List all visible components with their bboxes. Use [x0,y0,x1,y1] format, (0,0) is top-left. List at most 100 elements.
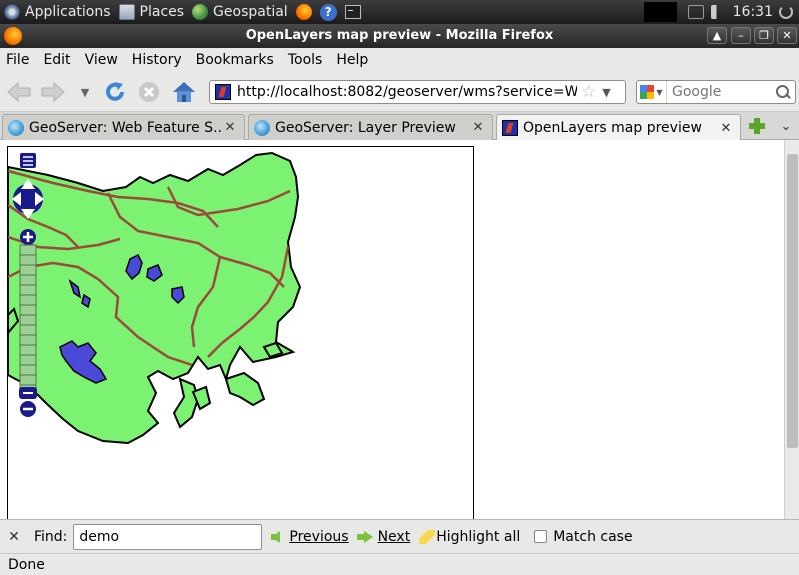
tab-list-chevron-icon[interactable]: ⌄ [776,116,796,136]
vertical-scrollbar[interactable] [784,140,799,519]
island-polygon [172,377,200,429]
find-input[interactable] [73,523,263,550]
page-content [0,140,799,520]
menu-bar: File Edit View History Bookmarks Tools H… [0,48,799,72]
geoserver-icon [254,119,270,136]
reload-icon [106,82,124,101]
menu-tools[interactable]: Tools [281,52,330,68]
geospatial-icon [192,4,209,20]
search-engine-selector[interactable]: ▼ [637,81,667,103]
places-icon [118,4,135,20]
terminal-launcher-icon[interactable] [344,5,361,19]
search-icon[interactable] [774,83,792,101]
applications-label: Applications [25,4,111,20]
minimize-button[interactable]: – [731,27,751,44]
match-case-label: Match case [553,528,633,545]
url-bar[interactable]: ☆ ▼ [209,80,626,104]
forward-button[interactable] [40,80,66,104]
history-dropdown-button[interactable]: ▼ [72,80,98,104]
applications-icon [4,4,20,20]
find-label: Find: [34,528,68,545]
map-canvas[interactable] [8,147,474,520]
tab-openlayers-preview[interactable]: OpenLayers map preview ✕ [496,114,741,141]
window-titlebar: OpenLayers map preview - Mozilla Firefox… [0,24,799,48]
help-launcher-icon[interactable]: ? [319,3,337,21]
stop-button[interactable] [136,80,162,104]
match-case-checkbox[interactable]: Match case [534,528,633,545]
back-button[interactable] [6,80,32,104]
zoom-slider-handle[interactable] [19,387,37,399]
power-icon[interactable] [779,5,793,19]
menu-edit[interactable]: Edit [36,52,77,68]
find-next-label: Next [377,528,411,545]
back-arrow-icon [7,81,31,103]
window-title: OpenLayers map preview - Mozilla Firefox [245,28,554,43]
reload-button[interactable] [102,80,128,104]
find-previous-button[interactable]: Previous [271,528,349,545]
top-panel: Applications Places Geospatial ? 16:31 [0,0,799,24]
volume-icon[interactable] [710,5,725,19]
search-bar[interactable]: ▼ [636,80,796,104]
window-up-button[interactable]: ▲ [707,27,727,44]
chevron-down-icon: ▼ [656,87,663,97]
clock[interactable]: 16:31 [733,4,773,20]
close-findbar-icon[interactable]: ✕ [3,529,25,545]
status-bar: Done [0,553,799,575]
highlight-all-label: Highlight all [436,528,521,545]
island-polygon [224,371,266,407]
geospatial-label: Geospatial [213,4,288,20]
menu-help[interactable]: Help [329,52,375,68]
bookmark-star-icon[interactable]: ☆ [581,82,596,102]
find-previous-label: Previous [289,528,349,545]
close-window-button[interactable]: ✕ [777,27,797,44]
zoom-in-button[interactable] [20,229,36,245]
tab-label: GeoServer: Layer Preview [275,119,456,136]
close-tab-icon[interactable]: ✕ [470,120,486,135]
tab-geoserver-wfs[interactable]: GeoServer: Web Feature S... ✕ [2,114,245,140]
applications-menu[interactable]: Applications [0,0,115,24]
layer-switcher-button[interactable] [20,153,36,168]
openlayers-icon [502,120,518,136]
close-tab-icon[interactable]: ✕ [222,120,238,135]
zoom-out-button[interactable] [20,401,36,417]
tab-label: GeoServer: Web Feature S... [29,119,222,136]
highlight-all-button[interactable]: Highlight all [419,529,520,545]
geoserver-icon [8,119,24,136]
map-viewport[interactable] [7,146,474,520]
home-button[interactable] [171,80,197,104]
status-text: Done [8,556,45,573]
checkbox-icon[interactable] [534,530,548,543]
url-input[interactable] [237,84,577,100]
stop-icon [139,82,159,102]
arrow-left-icon [271,530,281,543]
highlighter-icon [419,529,436,544]
navigation-toolbar: ▼ ☆ ▼ ▼ [0,72,799,112]
places-menu[interactable]: Places [115,0,189,24]
forward-arrow-icon [41,81,65,103]
tray-applet[interactable] [643,2,677,22]
firefox-launcher-icon[interactable] [295,4,312,20]
menu-history[interactable]: History [125,52,189,68]
url-dropdown-icon[interactable]: ▼ [602,86,610,99]
scrollbar-thumb[interactable] [787,154,798,448]
network-icon[interactable] [687,5,704,19]
zoom-slider[interactable] [19,244,37,398]
search-input[interactable] [672,84,772,100]
close-tab-icon[interactable]: ✕ [718,121,734,136]
tab-label: OpenLayers map preview [523,120,702,136]
menu-file[interactable]: File [0,52,36,68]
geospatial-menu[interactable]: Geospatial [188,0,292,24]
restore-button[interactable]: ❐ [754,27,774,44]
arrow-right-icon [356,530,373,543]
menu-bookmarks[interactable]: Bookmarks [189,52,281,68]
menu-view[interactable]: View [78,52,125,68]
tab-layer-preview[interactable]: GeoServer: Layer Preview ✕ [248,114,493,140]
openlayers-favicon [215,84,231,100]
system-tray: 16:31 [643,0,799,24]
places-label: Places [139,4,185,20]
find-next-button[interactable]: Next [356,528,411,545]
google-icon [640,85,655,99]
new-tab-icon[interactable] [748,117,766,135]
home-icon [173,82,195,102]
find-bar: ✕ Find: Previous Next Highlight all Matc… [0,519,799,553]
